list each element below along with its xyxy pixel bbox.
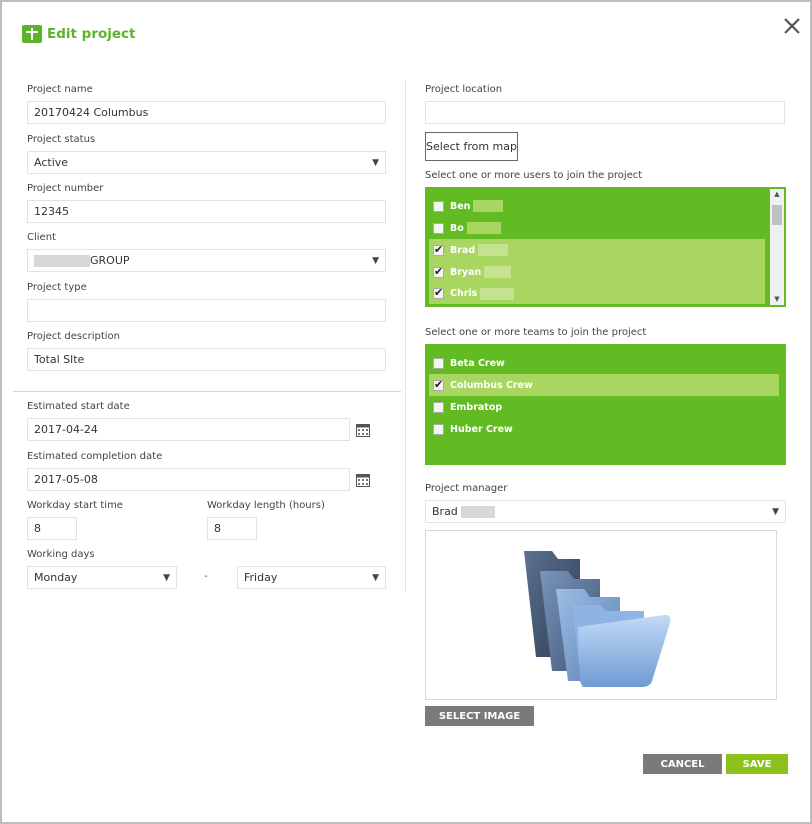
project-description-label: Project description (27, 331, 120, 342)
column-divider (405, 80, 406, 592)
redacted-text (480, 287, 515, 300)
checkbox[interactable] (433, 378, 444, 391)
folders-image (524, 551, 671, 687)
project-description-input[interactable]: Total Slte (27, 348, 386, 371)
dialog-title: Edit project (47, 26, 136, 42)
users-label: Select one or more users to join the pro… (425, 170, 643, 181)
workday-start-input[interactable]: 8 (27, 517, 77, 540)
project-icon (22, 25, 42, 43)
client-value: GROUP (90, 254, 130, 267)
user-name: Ben (450, 200, 471, 212)
teams-list[interactable]: Beta Crew Columbus Crew Embratop Huber C… (425, 344, 786, 465)
user-name: Bo (450, 222, 464, 234)
list-item[interactable]: Beta Crew (429, 352, 779, 374)
section-divider (13, 391, 401, 392)
redacted-text (473, 200, 504, 212)
working-days-to-select[interactable]: Friday ▼ (237, 566, 386, 589)
working-days-separator: - (204, 571, 208, 582)
checkbox[interactable] (433, 265, 444, 278)
team-name: Beta Crew (450, 357, 505, 369)
calendar-icon[interactable] (356, 473, 370, 487)
team-name: Embratop (450, 401, 503, 413)
checkbox[interactable] (433, 286, 444, 299)
workday-length-input[interactable]: 8 (207, 517, 257, 540)
user-name: Bryan (450, 266, 482, 278)
close-icon[interactable] (782, 16, 802, 36)
calendar-icon[interactable] (356, 423, 370, 437)
project-status-select[interactable]: Active ▼ (27, 151, 386, 174)
checkbox[interactable] (433, 222, 444, 234)
project-type-label: Project type (27, 282, 87, 293)
checkbox[interactable] (433, 200, 444, 212)
list-item[interactable]: Brad (429, 239, 765, 261)
project-location-label: Project location (425, 84, 503, 95)
team-name: Columbus Crew (450, 379, 533, 391)
project-manager-select[interactable]: Brad ▼ (425, 500, 786, 523)
client-value-wrap: GROUP (34, 254, 130, 267)
scroll-thumb[interactable] (772, 205, 782, 225)
completion-date-input[interactable]: 2017-05-08 (27, 468, 350, 491)
project-status-value: Active (34, 156, 69, 169)
project-manager-label: Project manager (425, 483, 508, 494)
select-image-button[interactable]: SELECT IMAGE (425, 706, 534, 726)
dialog-header: Edit project (22, 24, 136, 44)
project-name-input[interactable]: 20170424 Columbus (27, 101, 386, 124)
project-number-input[interactable]: 12345 (27, 200, 386, 223)
workday-length-label: Workday length (hours) (207, 500, 325, 511)
checkbox[interactable] (433, 423, 444, 435)
users-scrollbar[interactable]: ▲ ▼ (770, 189, 784, 305)
client-select[interactable]: GROUP ▼ (27, 249, 386, 272)
select-from-map-button[interactable]: Select from map (425, 132, 518, 161)
redacted-text (466, 222, 501, 234)
checkbox[interactable] (433, 401, 444, 413)
checkbox[interactable] (433, 243, 444, 256)
user-name: Chris (450, 288, 478, 299)
list-item[interactable]: Huber Crew (429, 418, 779, 440)
chevron-down-icon: ▼ (372, 572, 379, 583)
redacted-text (34, 255, 90, 267)
manager-value-wrap: Brad (432, 505, 495, 518)
list-item[interactable]: Bo (429, 217, 765, 239)
chevron-down-icon: ▼ (372, 255, 379, 266)
working-days-to-value: Friday (244, 571, 278, 584)
project-status-label: Project status (27, 134, 96, 145)
redacted-text (484, 266, 512, 278)
scroll-down-icon[interactable]: ▼ (770, 294, 784, 304)
working-days-label: Working days (27, 549, 95, 560)
chevron-down-icon: ▼ (163, 572, 170, 583)
list-item[interactable]: Chris (429, 283, 765, 304)
users-list[interactable]: Ben Bo Brad Bryan Chris ▲ ▼ (425, 187, 786, 307)
save-button[interactable]: SAVE (726, 754, 788, 774)
start-date-input[interactable]: 2017-04-24 (27, 418, 350, 441)
project-number-label: Project number (27, 183, 104, 194)
project-type-input[interactable] (27, 299, 386, 322)
chevron-down-icon: ▼ (772, 506, 779, 517)
chevron-down-icon: ▼ (372, 157, 379, 168)
project-location-input[interactable] (425, 101, 785, 124)
start-date-label: Estimated start date (27, 401, 130, 412)
project-image-preview (425, 530, 777, 700)
completion-date-label: Estimated completion date (27, 451, 163, 462)
redacted-text (460, 506, 495, 518)
client-label: Client (27, 232, 56, 243)
team-name: Huber Crew (450, 423, 513, 435)
checkbox[interactable] (433, 357, 444, 369)
cancel-button[interactable]: CANCEL (643, 754, 722, 774)
list-item[interactable]: Bryan (429, 261, 765, 283)
working-days-from-value: Monday (34, 571, 78, 584)
list-item[interactable]: Ben (429, 195, 765, 217)
working-days-from-select[interactable]: Monday ▼ (27, 566, 177, 589)
teams-label: Select one or more teams to join the pro… (425, 327, 647, 338)
workday-start-label: Workday start time (27, 500, 123, 511)
redacted-text (478, 244, 509, 256)
list-item[interactable]: Columbus Crew (429, 374, 779, 396)
list-item[interactable]: Embratop (429, 396, 779, 418)
edit-project-dialog: Edit project Project name 20170424 Colum… (0, 0, 812, 824)
project-name-label: Project name (27, 84, 93, 95)
project-manager-value: Brad (432, 505, 458, 518)
user-name: Brad (450, 244, 476, 256)
scroll-up-icon[interactable]: ▲ (770, 189, 784, 199)
